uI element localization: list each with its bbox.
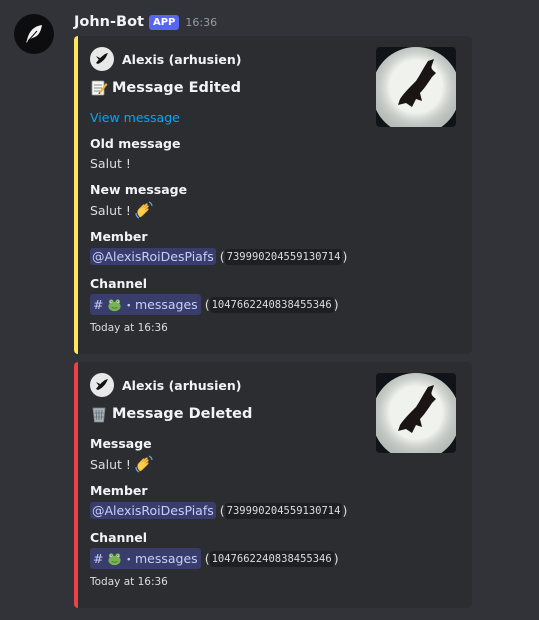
embed-title: Message Deleted <box>90 405 252 423</box>
member-id-code: 739990204559130714 <box>224 248 343 265</box>
field-member-label: Member <box>90 483 148 498</box>
field-member-value: @AlexisRoiDesPiafs ( 739990204559130714 … <box>90 248 347 265</box>
channel-name: messages <box>135 297 198 312</box>
field-channel-value: # ・ messages ( 1047662240838455346 ) <box>90 294 339 315</box>
embed-author: Alexis (arhusien) <box>90 47 242 71</box>
close-paren: ) <box>342 503 348 518</box>
channel-mention[interactable]: # ・ messages <box>90 548 201 569</box>
close-paren: ) <box>342 249 348 264</box>
field-old-message-label: Old message <box>90 136 181 151</box>
field-channel-label: Channel <box>90 530 148 545</box>
embed-title-text: Message Edited <box>112 80 241 96</box>
bird-silhouette-icon <box>96 379 108 390</box>
open-paren: ( <box>204 551 210 566</box>
author-avatar <box>90 47 114 71</box>
hash-icon: # <box>93 551 104 566</box>
close-paren: ) <box>333 551 339 566</box>
message-timestamp[interactable]: 16:36 <box>185 16 217 29</box>
field-member-label: Member <box>90 229 148 244</box>
frog-icon <box>108 553 122 566</box>
bot-message: John-Bot APP 16:36 Alexis (arhusien) Mes… <box>0 0 539 620</box>
memo-icon <box>91 80 108 96</box>
moon-silhouette-image <box>376 47 456 127</box>
channel-id-code: 1047662240838455346 <box>209 550 334 567</box>
embed-message-edited: Alexis (arhusien) Message Edited View me… <box>74 36 472 354</box>
embed-author: Alexis (arhusien) <box>90 373 242 397</box>
embed-title-text: Message Deleted <box>112 406 253 422</box>
moon-silhouette-image <box>376 373 456 453</box>
deleted-message-text: Salut ! <box>90 456 131 472</box>
member-id-code: 739990204559130714 <box>224 502 343 519</box>
view-message-link[interactable]: View message <box>90 110 180 125</box>
field-new-message-value: Salut ! <box>90 200 154 220</box>
open-paren: ( <box>204 297 210 312</box>
embed-thumbnail[interactable] <box>376 47 456 127</box>
author-avatar <box>90 373 114 397</box>
embed-author-name: Alexis (arhusien) <box>122 51 242 67</box>
channel-mention[interactable]: # ・ messages <box>90 294 201 315</box>
member-mention[interactable]: @AlexisRoiDesPiafs <box>90 248 216 265</box>
field-member-value: @AlexisRoiDesPiafs ( 739990204559130714 … <box>90 502 347 519</box>
waving-hand-icon <box>135 201 153 219</box>
frog-icon <box>108 299 122 312</box>
embed-title: Message Edited <box>90 79 241 97</box>
embed-message-deleted: Alexis (arhusien) Message Deleted Messag… <box>74 362 472 608</box>
message-header: John-Bot APP 16:36 <box>74 11 217 33</box>
waving-hand-icon <box>135 455 153 473</box>
channel-name: messages <box>135 551 198 566</box>
embed-thumbnail[interactable] <box>376 373 456 453</box>
field-old-message-value: Salut ! <box>90 156 131 171</box>
wastebasket-icon <box>92 407 106 423</box>
channel-separator: ・ <box>122 298 135 313</box>
channel-id-code: 1047662240838455346 <box>209 296 334 313</box>
new-message-text: Salut ! <box>90 202 131 218</box>
embed-author-name: Alexis (arhusien) <box>122 377 242 393</box>
app-badge: APP <box>148 14 180 30</box>
embed-footer-timestamp: Today at 16:36 <box>90 322 168 334</box>
field-message-label: Message <box>90 436 152 451</box>
bot-username[interactable]: John-Bot <box>74 14 144 30</box>
close-paren: ) <box>333 297 339 312</box>
feather-icon <box>26 25 42 43</box>
member-mention[interactable]: @AlexisRoiDesPiafs <box>90 502 216 519</box>
hash-icon: # <box>93 297 104 312</box>
field-new-message-label: New message <box>90 182 188 197</box>
field-channel-value: # ・ messages ( 1047662240838455346 ) <box>90 548 339 569</box>
bot-avatar[interactable] <box>14 14 54 54</box>
field-message-value: Salut ! <box>90 454 154 474</box>
open-paren: ( <box>219 249 225 264</box>
channel-separator: ・ <box>122 552 135 567</box>
field-channel-label: Channel <box>90 276 148 291</box>
bird-silhouette-icon <box>96 53 108 64</box>
open-paren: ( <box>219 503 225 518</box>
embed-footer-timestamp: Today at 16:36 <box>90 576 168 588</box>
